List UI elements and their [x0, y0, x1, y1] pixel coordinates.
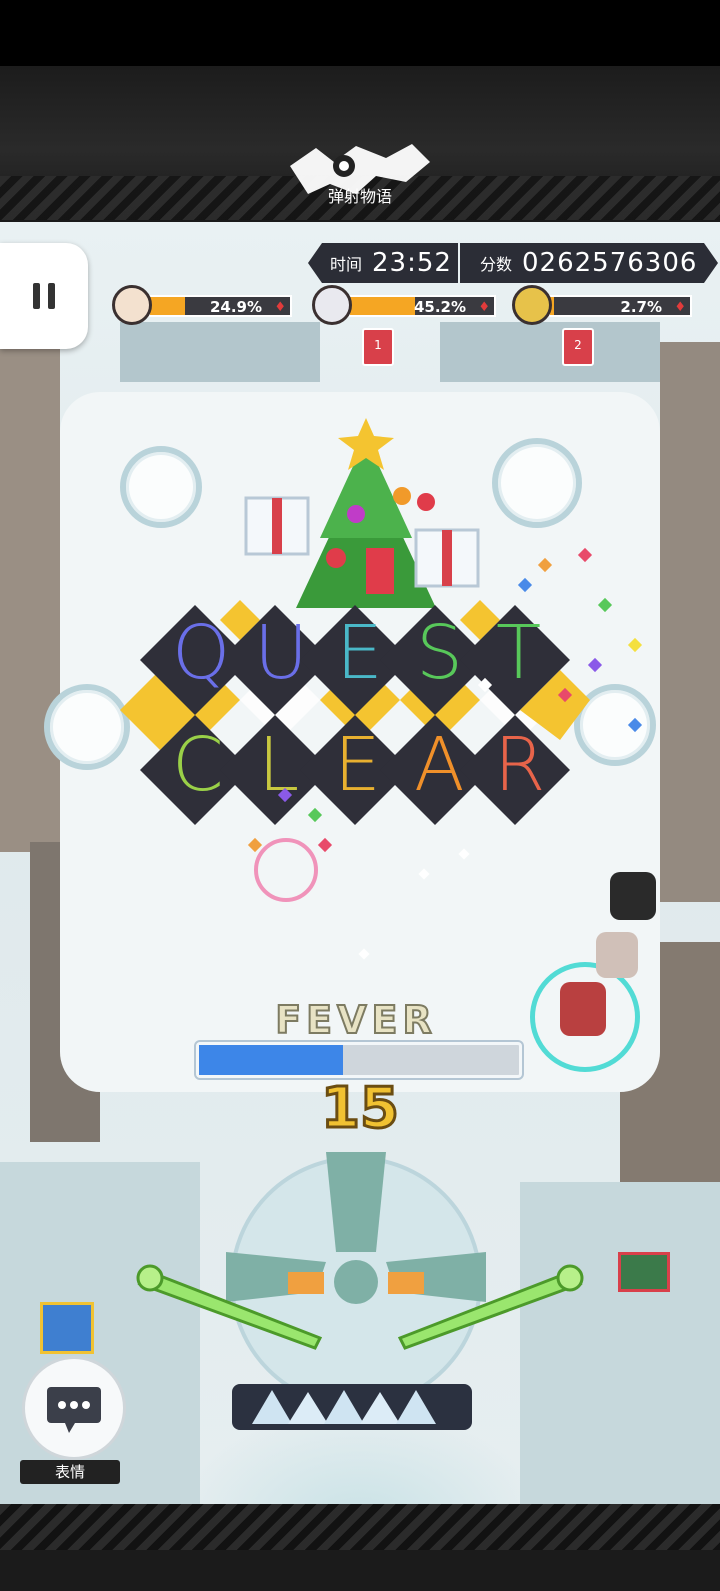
player-hp-bar: 24.9% ♦	[148, 295, 292, 317]
player-status-1: 24.9% ♦	[112, 285, 292, 325]
gift-icon	[40, 1302, 94, 1354]
player-hp-bar: 2.7% ♦	[548, 295, 692, 317]
time-display: 时间 23:52	[308, 243, 458, 283]
flippers	[136, 1264, 584, 1350]
score-display: 分数 0262576306	[460, 243, 718, 283]
left-flipper	[137, 1270, 323, 1350]
time-value: 23:52	[372, 248, 452, 278]
score-value: 0262576306	[522, 248, 698, 278]
banner-letter: C	[172, 722, 224, 808]
bumper	[44, 684, 130, 770]
game-logo: 弹射物语	[290, 144, 430, 206]
player-percent: 45.2%	[413, 298, 466, 316]
heart-diamond-icon: ♦	[274, 300, 286, 315]
flag-label: 1	[374, 338, 382, 352]
flag-icon: 2	[562, 328, 594, 366]
score-label: 分数	[480, 255, 513, 274]
fever-label: FEVER	[274, 997, 437, 1043]
avatar	[512, 285, 552, 325]
bumper	[120, 446, 202, 528]
fever-gauge	[196, 1042, 522, 1078]
fever-gauge-fill	[199, 1045, 343, 1075]
bottom-bar-stripe	[0, 1504, 720, 1550]
chat-bubble-icon	[47, 1387, 101, 1433]
heart-diamond-icon: ♦	[478, 300, 490, 315]
bumper	[492, 438, 582, 528]
player-hp-fill	[350, 297, 416, 315]
emote-button[interactable]	[22, 1356, 126, 1460]
rock-wall-left	[0, 332, 60, 852]
player-percent: 24.9%	[209, 298, 262, 316]
logo-text: 弹射物语	[328, 187, 392, 206]
emote-label: 表情	[20, 1460, 120, 1484]
player-hp-fill	[150, 297, 185, 315]
confetti-effect	[247, 547, 643, 960]
time-label: 时间	[330, 255, 363, 274]
player-status-2: 45.2% ♦	[312, 285, 497, 325]
flag-label: 2	[574, 338, 582, 352]
heart-diamond-icon: ♦	[674, 300, 686, 315]
avatar	[312, 285, 352, 325]
pause-button[interactable]	[0, 243, 88, 349]
player-hp-bar: 45.2% ♦	[348, 295, 496, 317]
player-status-3: 2.7% ♦	[512, 285, 692, 325]
rock-wall-right	[660, 342, 720, 902]
ice-ledge-right	[440, 322, 660, 382]
avatar	[112, 285, 152, 325]
flag-icon: 1	[362, 328, 394, 366]
drain-gate	[232, 1384, 472, 1430]
fever-count: 15	[320, 1075, 401, 1143]
bottom-bar	[0, 1504, 720, 1591]
gift-icon	[618, 1252, 670, 1292]
ice-ledge-left	[120, 322, 320, 382]
right-flipper	[397, 1270, 583, 1350]
player-percent: 2.7%	[620, 298, 662, 316]
